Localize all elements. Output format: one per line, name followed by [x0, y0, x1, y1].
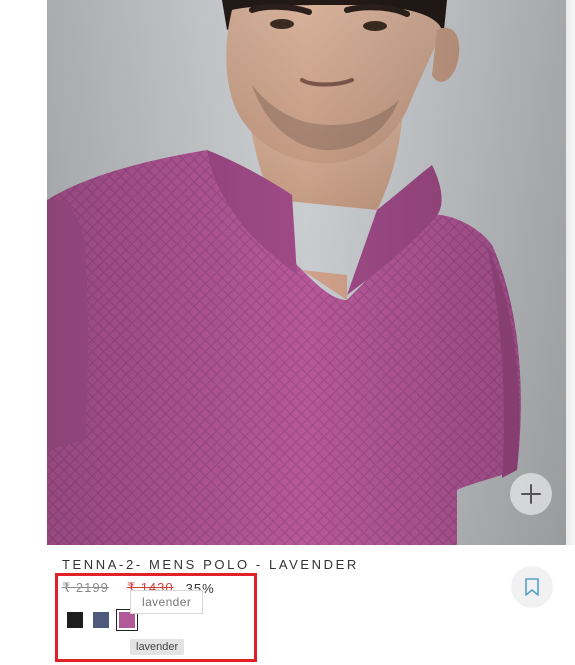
- swatch-selected-label: lavender: [130, 639, 185, 655]
- image-edge: [566, 0, 575, 545]
- product-image[interactable]: [47, 0, 566, 545]
- swatch-lavender[interactable]: [116, 609, 138, 631]
- swatch-navy[interactable]: [93, 612, 109, 628]
- model-photo: [47, 0, 566, 545]
- swatch-black[interactable]: [67, 612, 83, 628]
- plus-icon: [521, 484, 541, 504]
- bookmark-icon: [525, 578, 539, 596]
- product-title[interactable]: TENNA-2- MENS POLO - LAVENDER: [62, 557, 359, 572]
- zoom-button[interactable]: [510, 473, 552, 515]
- color-swatches: [67, 609, 145, 631]
- product-card: TENNA-2- MENS POLO - LAVENDER ₹ 2199 ₹ 1…: [0, 0, 575, 665]
- mrp-price: ₹ 2199: [62, 580, 109, 595]
- swatch-hover-tooltip: lavender: [130, 590, 204, 614]
- wishlist-button[interactable]: [511, 566, 553, 608]
